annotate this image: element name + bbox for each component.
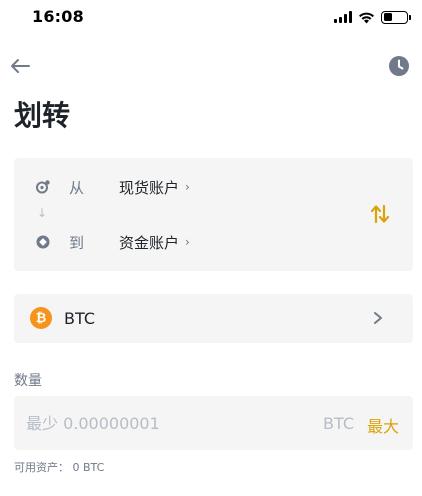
- page-title: 划转: [14, 99, 71, 132]
- amount-unit: BTC: [323, 414, 354, 433]
- history-button[interactable]: [388, 55, 410, 77]
- amount-label: 数量: [14, 373, 42, 389]
- available-balance: 可用资产： 0 BTC: [14, 461, 105, 474]
- max-button[interactable]: 最大: [367, 413, 399, 437]
- swap-accounts-button[interactable]: [369, 203, 391, 225]
- to-account-selector[interactable]: 资金账户 ›: [119, 232, 190, 253]
- coin-name: BTC: [64, 309, 95, 328]
- swap-arrows-icon: [370, 204, 390, 224]
- coin-selector[interactable]: ₿ BTC: [14, 294, 413, 343]
- amount-field: BTC 最大: [14, 396, 413, 450]
- amount-input[interactable]: [26, 411, 306, 435]
- arrow-left-icon: [11, 59, 30, 73]
- cellular-signal-icon: [334, 11, 352, 23]
- chevron-right-icon: ›: [185, 235, 190, 249]
- from-account-name: 现货账户: [119, 178, 180, 197]
- chevron-right-icon: [374, 312, 382, 324]
- spot-wallet-icon: [36, 180, 50, 194]
- btc-logo-icon: ₿: [30, 307, 52, 329]
- wifi-icon: [359, 12, 374, 23]
- system-icons: [334, 9, 411, 25]
- funding-wallet-icon: [36, 235, 50, 249]
- clock-icon: [389, 56, 409, 76]
- back-button[interactable]: [8, 54, 32, 78]
- from-account-selector[interactable]: 现货账户 ›: [119, 177, 190, 198]
- arrow-down-icon: ↓: [37, 206, 48, 220]
- transfer-card: [14, 158, 413, 271]
- battery-icon: [381, 10, 411, 24]
- to-label: 到: [69, 233, 85, 252]
- status-time: 16:08: [32, 7, 84, 26]
- from-label: 从: [69, 178, 85, 197]
- status-bar: 16:08: [0, 0, 422, 36]
- to-account-name: 资金账户: [119, 233, 180, 252]
- chevron-right-icon: ›: [185, 180, 190, 194]
